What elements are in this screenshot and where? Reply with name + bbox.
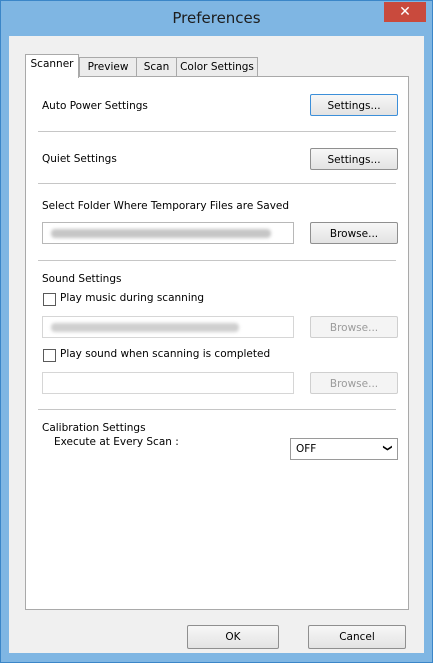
sound-settings-label: Sound Settings: [42, 273, 122, 285]
play-sound-label[interactable]: Play sound when scanning is completed: [60, 348, 270, 360]
divider: [38, 131, 396, 132]
execute-every-scan-value: OFF: [296, 443, 317, 455]
temp-folder-label: Select Folder Where Temporary Files are …: [42, 200, 290, 212]
divider: [38, 260, 396, 261]
sound-browse-button[interactable]: Browse...: [310, 372, 398, 394]
execute-every-scan-dropdown[interactable]: OFF ❯: [290, 438, 398, 460]
window-title: Preferences: [172, 9, 261, 27]
cancel-button[interactable]: Cancel: [308, 625, 406, 649]
temp-folder-path-field[interactable]: [42, 222, 294, 244]
music-browse-button[interactable]: Browse...: [310, 316, 398, 338]
execute-every-scan-label: Execute at Every Scan :: [54, 436, 179, 448]
redacted-path: [51, 323, 239, 332]
divider: [38, 183, 396, 184]
title-bar[interactable]: Preferences ✕: [1, 1, 432, 36]
quiet-settings-button[interactable]: Settings...: [310, 148, 398, 170]
ok-button[interactable]: OK: [187, 625, 279, 649]
divider: [38, 409, 396, 410]
dialog-body: Scanner Preview Scan Color Settings Auto…: [9, 36, 424, 653]
calibration-settings-label: Calibration Settings: [42, 422, 146, 434]
scanner-tab-panel: Auto Power Settings Settings... Quiet Se…: [25, 76, 409, 610]
quiet-settings-label: Quiet Settings: [42, 153, 117, 165]
close-button[interactable]: ✕: [384, 2, 426, 22]
sound-file-field[interactable]: [42, 372, 294, 394]
tab-scan[interactable]: Scan: [136, 57, 177, 77]
auto-power-settings-button[interactable]: Settings...: [310, 94, 398, 116]
music-file-field[interactable]: [42, 316, 294, 338]
play-music-checkbox[interactable]: [43, 293, 56, 306]
auto-power-settings-label: Auto Power Settings: [42, 100, 148, 112]
close-icon: ✕: [399, 4, 411, 20]
play-sound-checkbox[interactable]: [43, 349, 56, 362]
chevron-down-icon: ❯: [382, 444, 393, 452]
temp-folder-browse-button[interactable]: Browse...: [310, 222, 398, 244]
tab-scanner[interactable]: Scanner: [25, 54, 79, 78]
tab-preview[interactable]: Preview: [79, 57, 137, 77]
play-music-label[interactable]: Play music during scanning: [60, 292, 204, 304]
tab-color-settings[interactable]: Color Settings: [176, 57, 258, 77]
preferences-window: Preferences ✕ Scanner Preview Scan Color…: [0, 0, 433, 663]
redacted-path: [51, 229, 271, 238]
